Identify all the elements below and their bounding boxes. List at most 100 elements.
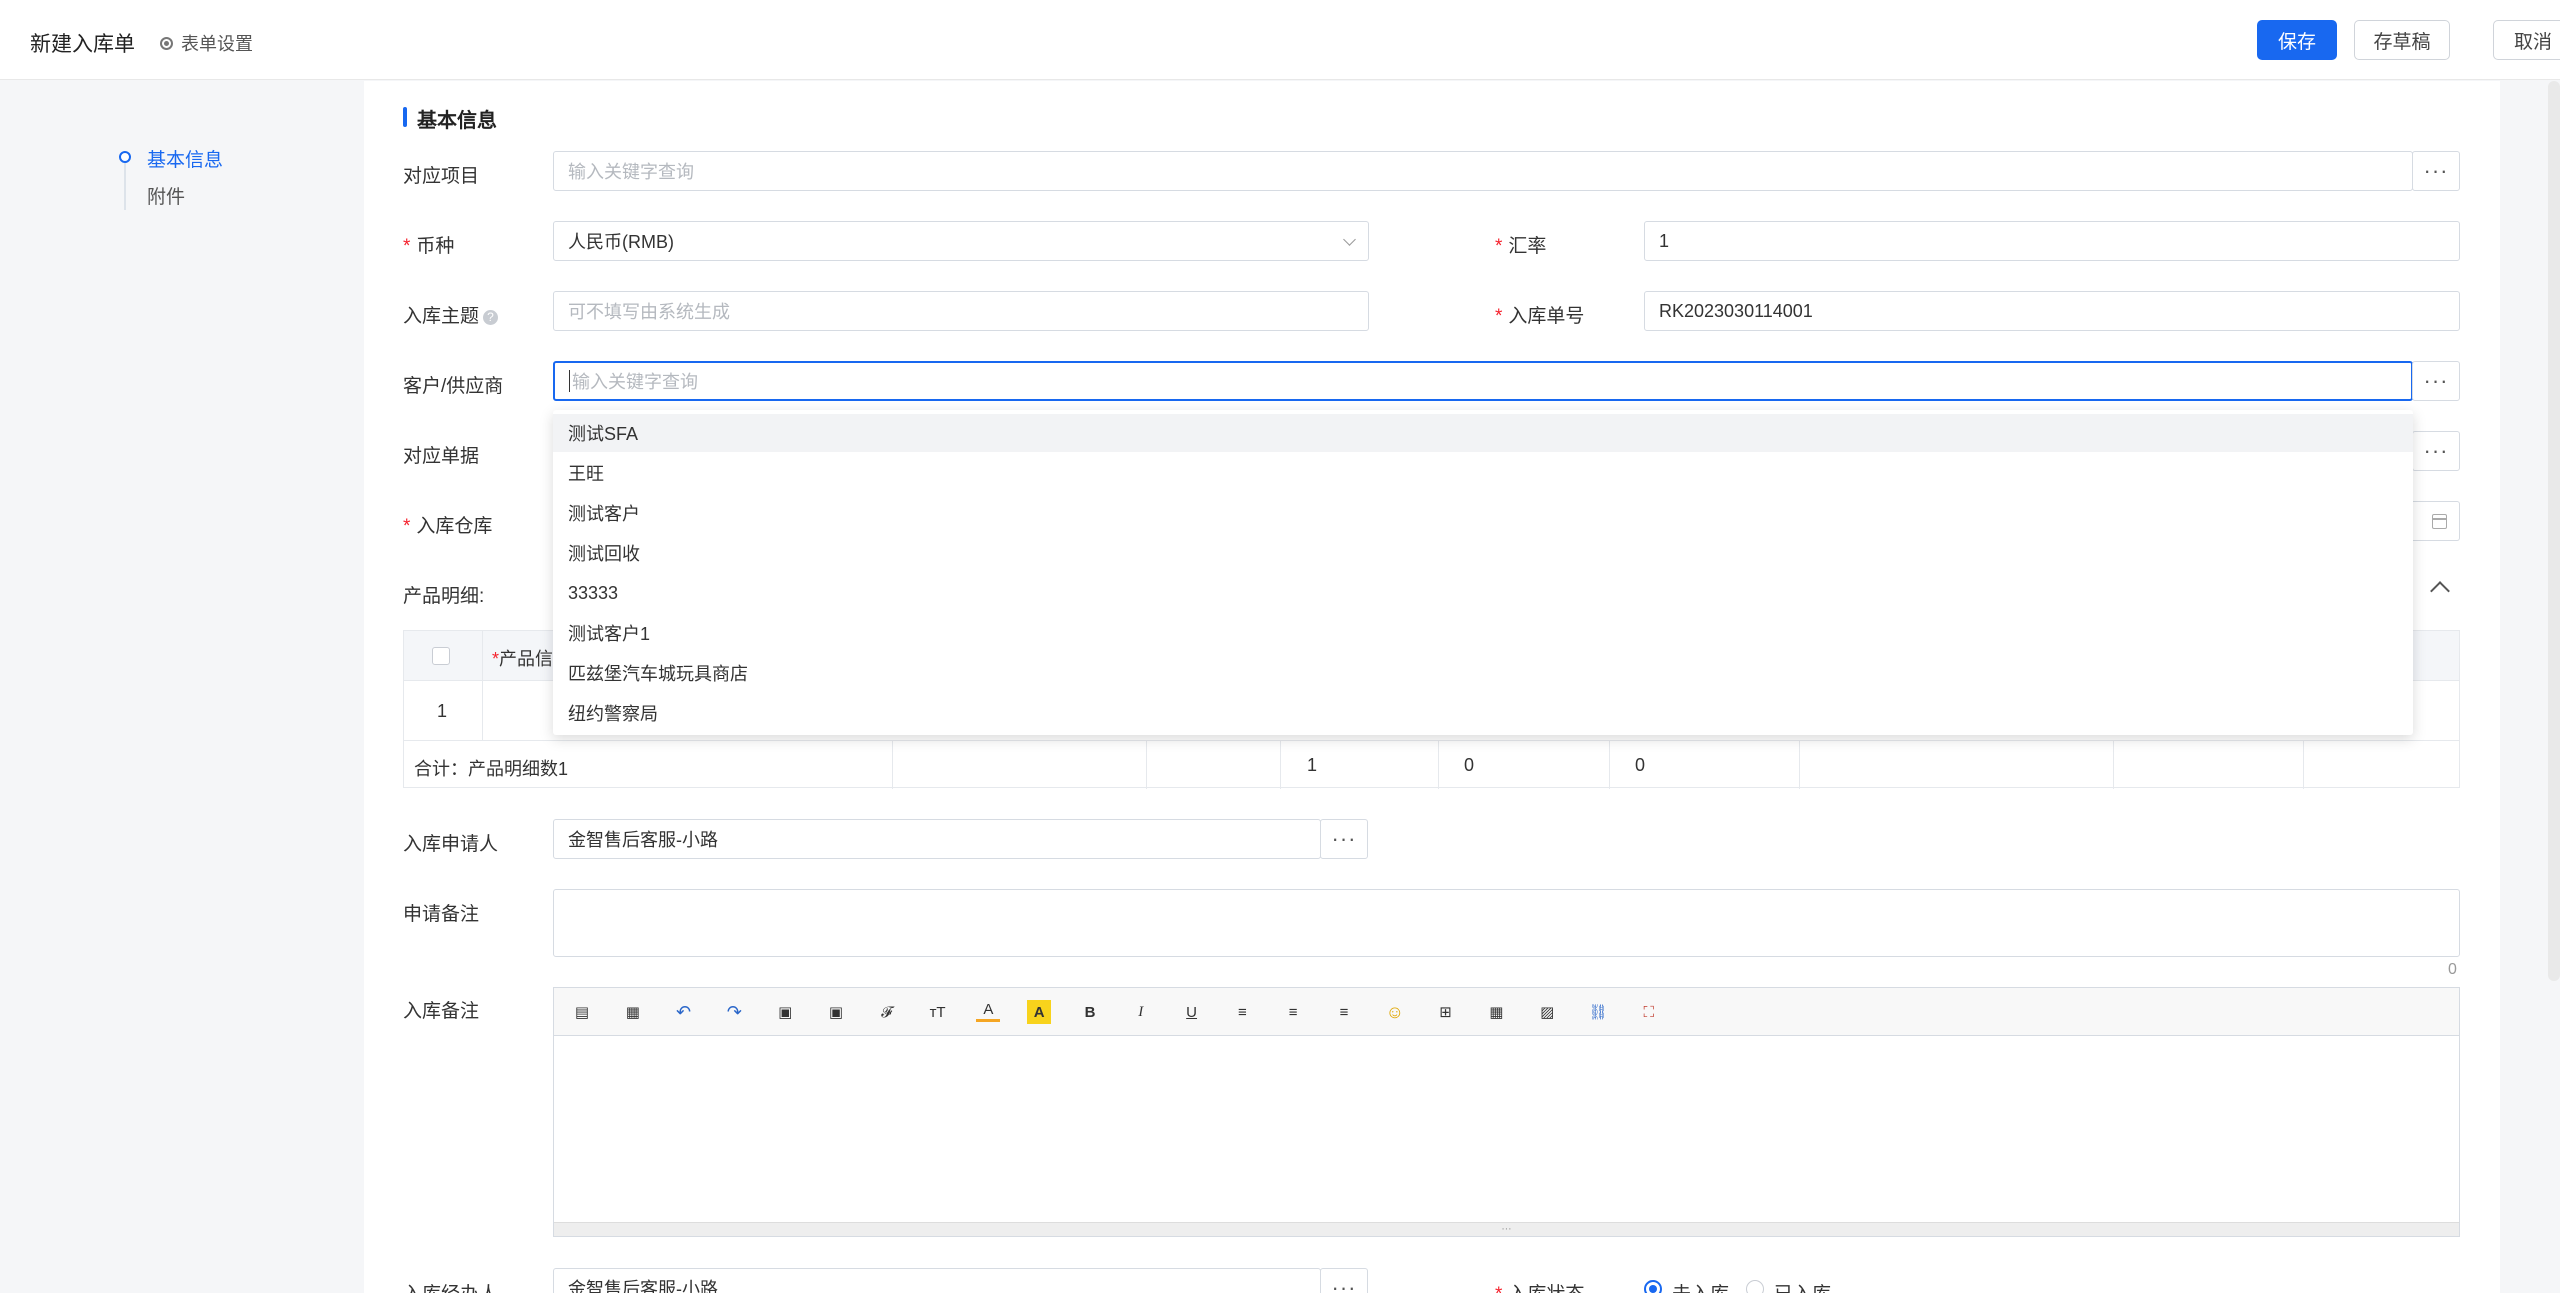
operator-input[interactable]: 金智售后客服-小路 [553, 1268, 1321, 1293]
save-button[interactable]: 保存 [2257, 20, 2337, 60]
list-item[interactable]: 测试SFA [553, 414, 2413, 452]
column-divider [2303, 741, 2304, 789]
list-item[interactable]: 匹兹堡汽车城玩具商店 [553, 654, 2413, 692]
column-divider [1609, 741, 1610, 789]
draft-button[interactable]: 存草稿 [2354, 20, 2450, 60]
summary-value: 0 [1464, 755, 1475, 775]
column-divider [2113, 741, 2114, 789]
summary-value: 0 [1635, 755, 1646, 775]
undo-icon[interactable]: ↶ [672, 1000, 696, 1024]
status-radio-done[interactable] [1746, 1280, 1764, 1293]
new-doc-icon[interactable]: ▦ [621, 1000, 645, 1024]
rich-text-editor[interactable]: ▤ ▦ ↶ ↷ ▣ ▣ 𝓕ᴛT A A B I U ≡ ≡ ≡ ☺ ⊞ ▦ ▨ ⛓ ⛶ ⋯ [553, 987, 2460, 1237]
editor-toolbar: ▤ ▦ ↶ ↷ ▣ ▣ 𝓕ᴛT A A B I U ≡ ≡ ≡ ☺ ⊞ ▦ ▨ ⛓ ⛶ [554, 988, 2459, 1036]
customer-placeholder: 输入关键字查询 [572, 372, 698, 392]
doc-label: 对应单据 [403, 446, 480, 467]
fullscreen-icon[interactable]: ⛶ [1637, 1000, 1661, 1024]
table-icon[interactable]: ▦ [1484, 1000, 1508, 1024]
select-all-checkbox[interactable] [432, 647, 450, 665]
status-option-pending: 未入库 [1672, 1279, 1729, 1293]
warehouse-label: * 入库仓库 [403, 516, 493, 537]
summary-row: 合计：产品明细数1 1 0 0 [404, 741, 2459, 789]
doc-more-button[interactable]: ··· [2412, 431, 2460, 471]
align-center-icon[interactable]: ≡ [1281, 1000, 1305, 1024]
align-left-icon[interactable]: ≡ [1230, 1000, 1254, 1024]
product-info-header: *产品信 [492, 649, 554, 669]
section-title: 基本信息 [403, 104, 497, 133]
apply-note-textarea[interactable] [553, 889, 2460, 957]
customer-label: 客户/供应商 [403, 376, 504, 397]
nav-item-basic-info[interactable]: 基本信息 [147, 145, 223, 172]
applicant-input[interactable]: 金智售后客服-小路 [553, 819, 1321, 859]
list-item[interactable]: 测试客户 [553, 494, 2413, 532]
image-icon[interactable]: ▨ [1535, 1000, 1559, 1024]
gear-icon [160, 36, 173, 50]
column-divider [1799, 741, 1800, 789]
redo-icon[interactable]: ↷ [722, 1000, 746, 1024]
list-item[interactable]: 测试客户1 [553, 614, 2413, 652]
row-index: 1 [437, 701, 448, 721]
italic-icon[interactable]: I [1129, 1000, 1153, 1024]
font-size-icon[interactable]: ᴛT [926, 1000, 950, 1024]
font-color-icon[interactable]: A [976, 1000, 1001, 1022]
paste-icon[interactable]: ▣ [773, 1000, 797, 1024]
applicant-more-button[interactable]: ··· [1320, 819, 1368, 859]
column-divider [1146, 741, 1147, 789]
nav-track [124, 158, 126, 210]
order-no-input[interactable]: RK2023030114001 [1644, 291, 2460, 331]
list-item[interactable]: 33333 [553, 574, 2413, 612]
subject-input[interactable]: 可不填写由系统生成 [553, 291, 1369, 331]
summary-label: 合计：产品明细数1 [414, 759, 569, 779]
cancel-button[interactable]: 取消 [2493, 20, 2560, 60]
nav-active-dot-icon [119, 151, 131, 163]
applicant-label: 入库申请人 [403, 834, 499, 855]
list-item[interactable]: 纽约警察局 [553, 694, 2413, 732]
form-settings-label: 表单设置 [181, 34, 253, 54]
rate-input[interactable]: 1 [1644, 221, 2460, 261]
form-settings-link[interactable]: 表单设置 [160, 30, 253, 56]
operator-more-button[interactable]: ··· [1320, 1268, 1368, 1293]
link-icon[interactable]: ⛓ [1586, 1000, 1610, 1024]
top-bar: 新建入库单 表单设置 保存 存草稿 取消 [0, 0, 2560, 80]
scrollbar[interactable] [2548, 81, 2560, 981]
text-caret [569, 370, 570, 392]
customer-input[interactable]: 输入关键字查询 [553, 361, 2413, 401]
chevron-down-icon [1343, 233, 1356, 246]
project-label: 对应项目 [403, 166, 480, 187]
align-right-icon[interactable]: ≡ [1332, 1000, 1356, 1024]
status-label: *入库状态 [1495, 1279, 1584, 1293]
bold-icon[interactable]: B [1078, 1000, 1102, 1024]
list-item[interactable]: 王旺 [553, 454, 2413, 492]
currency-value: 人民币(RMB) [568, 232, 674, 252]
emoji-icon[interactable]: ☺ [1383, 1000, 1407, 1024]
resize-handle[interactable]: ⋯ [554, 1222, 2459, 1236]
page-title: 新建入库单 [30, 33, 135, 56]
source-icon[interactable]: ▤ [570, 1000, 594, 1024]
rate-label: * 汇率 [1495, 236, 1547, 257]
order-no-label: * 入库单号 [1495, 306, 1585, 327]
currency-select[interactable]: 人民币(RMB) [553, 221, 1369, 261]
project-input[interactable]: 输入关键字查询 [553, 151, 2413, 191]
paste-text-icon[interactable]: ▣ [824, 1000, 848, 1024]
underline-icon[interactable]: U [1180, 1000, 1204, 1024]
customer-more-button[interactable]: ··· [2412, 361, 2460, 401]
stock-note-label: 入库备注 [403, 1001, 480, 1022]
bg-color-icon[interactable]: A [1027, 1000, 1052, 1024]
anchor-nav [0, 81, 364, 1293]
list-item[interactable]: 测试回收 [553, 534, 2413, 572]
customer-dropdown: 测试SFA 王旺 测试客户 测试回收 33333 测试客户1 匹兹堡汽车城玩具商… [553, 410, 2413, 735]
status-radio-pending[interactable] [1644, 1280, 1662, 1293]
nav-item-attachment[interactable]: 附件 [147, 182, 185, 209]
calendar-icon [2432, 514, 2447, 529]
project-more-button[interactable]: ··· [2412, 151, 2460, 191]
column-divider [1438, 741, 1439, 789]
char-counter: 0 [2448, 961, 2457, 978]
subject-label: 入库主题? [403, 301, 499, 328]
help-icon[interactable]: ? [483, 310, 499, 325]
font-family-icon[interactable]: 𝓕 [875, 1000, 899, 1024]
product-label: 产品明细: [403, 586, 485, 607]
currency-label: * 币种 [403, 236, 455, 257]
apply-note-label: 申请备注 [403, 904, 480, 925]
summary-value: 1 [1307, 755, 1318, 775]
insert-icon[interactable]: ⊞ [1434, 1000, 1458, 1024]
